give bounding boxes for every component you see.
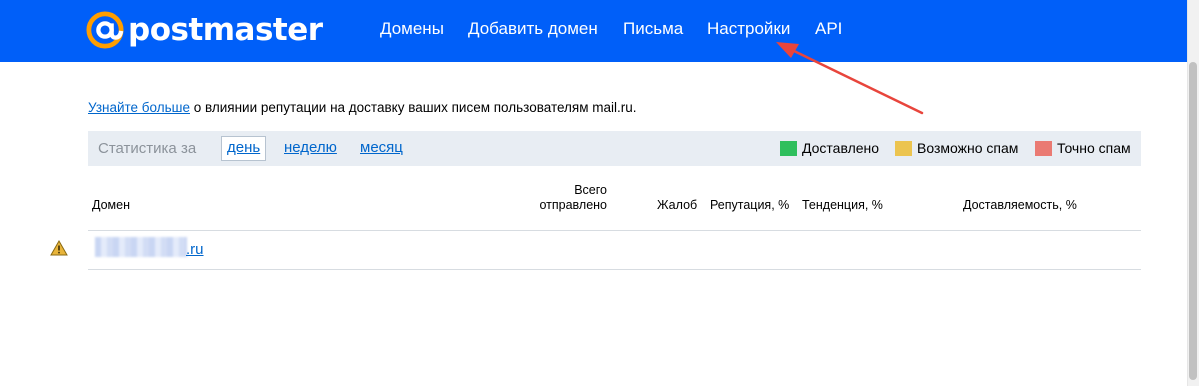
col-sent-line1: Всего xyxy=(574,183,607,197)
legend-swatch-spam xyxy=(1035,140,1052,156)
col-sent-line2: отправлено xyxy=(539,198,607,212)
col-deliverability: Доставляемость, % xyxy=(963,198,1077,212)
brand-name: postmaster xyxy=(128,12,323,48)
legend-swatch-delivered xyxy=(780,140,797,156)
row-divider xyxy=(88,269,1141,270)
top-header: postmaster Домены Добавить домен Письма … xyxy=(0,0,1187,62)
info-text: о влиянии репутации на доставку ваших пи… xyxy=(190,100,637,115)
at-sign-icon xyxy=(86,11,124,49)
domain-name-redacted[interactable] xyxy=(95,237,187,257)
col-trend: Тенденция, % xyxy=(802,198,883,212)
reputation-info: Узнайте больше о влиянии репутации на до… xyxy=(88,100,637,115)
nav-add-domain[interactable]: Добавить домен xyxy=(468,18,598,40)
stats-label: Статистика за xyxy=(98,140,197,157)
legend-delivered: Доставлено xyxy=(780,140,879,156)
nav-letters[interactable]: Письма xyxy=(623,18,683,40)
nav-api[interactable]: API xyxy=(815,18,842,40)
col-complaints: Жалоб xyxy=(657,198,698,212)
vertical-scrollbar[interactable] xyxy=(1187,0,1199,386)
legend-label: Доставлено xyxy=(802,140,880,156)
legend-label: Возможно спам xyxy=(917,140,1019,156)
scrollbar-thumb[interactable] xyxy=(1189,62,1197,380)
domain-link[interactable]: .ru xyxy=(186,241,204,258)
nav-domains[interactable]: Домены xyxy=(380,18,444,40)
learn-more-link[interactable]: Узнайте больше xyxy=(88,100,190,115)
legend-label: Точно спам xyxy=(1057,140,1131,156)
warning-icon xyxy=(50,240,68,256)
header-divider xyxy=(88,230,1141,231)
period-day[interactable]: день xyxy=(221,136,267,161)
col-domain: Домен xyxy=(92,198,131,212)
stats-period-bar: Статистика за день неделю месяц Доставле… xyxy=(88,131,1141,166)
legend-swatch-maybe-spam xyxy=(895,140,912,156)
period-week[interactable]: неделю xyxy=(284,139,337,156)
nav-settings[interactable]: Настройки xyxy=(707,18,790,40)
col-reputation: Репутация, % xyxy=(710,198,790,212)
period-month[interactable]: месяц xyxy=(360,139,403,156)
postmaster-logo[interactable]: postmaster xyxy=(86,10,323,50)
legend-maybe-spam: Возможно спам xyxy=(895,140,1018,156)
legend-spam: Точно спам xyxy=(1035,140,1131,156)
